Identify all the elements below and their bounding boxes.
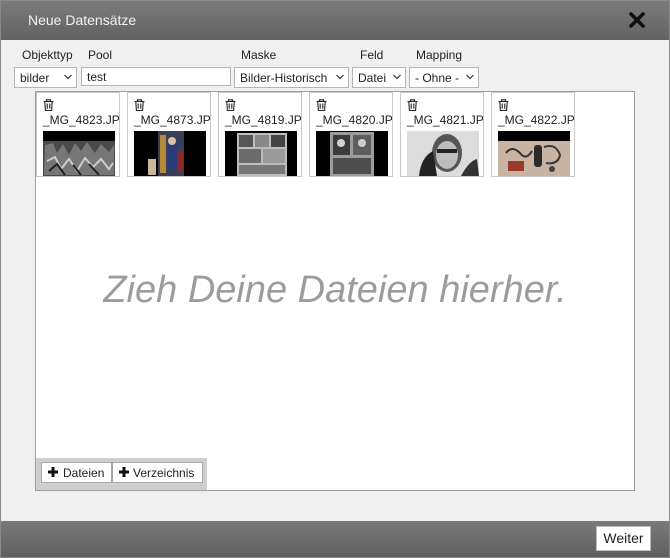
mapping-value: - Ohne - (415, 71, 460, 85)
maske-select[interactable]: Bilder-Historisch (234, 67, 349, 88)
chevron-down-icon (64, 74, 72, 80)
feld-label: Feld (360, 48, 384, 62)
file-preview-image (407, 131, 479, 176)
file-thumbnail[interactable]: _MG_4821.JPG (400, 92, 484, 177)
pool-input[interactable] (81, 67, 231, 86)
objekttyp-value: bilder (20, 71, 50, 85)
feld-select[interactable]: Datei (352, 67, 406, 88)
trash-icon[interactable] (498, 99, 509, 111)
file-name: _MG_4821.JPG (407, 113, 484, 127)
trash-icon[interactable] (316, 99, 327, 111)
chevron-down-icon (393, 74, 401, 80)
trash-icon[interactable] (225, 99, 236, 111)
file-name: _MG_4822.JPG (498, 113, 575, 127)
plus-icon (48, 467, 58, 477)
trash-icon[interactable] (43, 99, 54, 111)
mapping-label: Mapping (416, 48, 463, 62)
file-thumbnail[interactable]: _MG_4819.JPG (218, 92, 302, 177)
file-name: _MG_4820.JPG (316, 113, 393, 127)
file-preview-image (316, 131, 388, 176)
file-preview-image (225, 131, 297, 176)
trash-icon[interactable] (134, 99, 145, 111)
objekttyp-select[interactable]: bilder (14, 67, 77, 88)
add-directory-label: Verzeichnis (133, 466, 195, 480)
mapping-select[interactable]: - Ohne - (409, 67, 479, 88)
file-thumbnail[interactable]: _MG_4822.JPG (491, 92, 575, 177)
add-files-button[interactable]: Dateien (41, 462, 112, 483)
add-files-label: Dateien (63, 466, 105, 480)
file-thumbnail[interactable]: _MG_4820.JPG (309, 92, 393, 177)
objekttyp-label: Objekttyp (22, 48, 73, 62)
plus-icon (119, 467, 129, 477)
file-name: _MG_4823.JPG (43, 113, 120, 127)
upload-button-bar: Dateien Verzeichnis (36, 458, 207, 490)
file-name: _MG_4873.JPG (134, 113, 211, 127)
file-preview-image (134, 131, 206, 176)
feld-value: Datei (358, 71, 387, 85)
maske-value: Bilder-Historisch (240, 71, 328, 85)
chevron-down-icon (466, 74, 474, 80)
dialog-titlebar: Neue Datensätze (1, 1, 669, 40)
chevron-down-icon (336, 74, 344, 80)
dialog-footer: Weiter (1, 521, 669, 557)
add-directory-button[interactable]: Verzeichnis (112, 462, 203, 483)
file-preview-image (43, 131, 115, 176)
new-records-dialog: Neue Datensätze Objekttyp Pool Maske Fel… (0, 0, 670, 558)
trash-icon[interactable] (407, 99, 418, 111)
next-button[interactable]: Weiter (596, 526, 651, 551)
pool-label: Pool (88, 48, 113, 62)
file-preview-image (498, 131, 570, 176)
file-dropzone[interactable]: _MG_4823.JPG _MG_4873.JPG (35, 91, 635, 491)
maske-label: Maske (241, 48, 277, 62)
dropzone-hint: Zieh Deine Dateien hierher. (103, 269, 567, 311)
close-icon[interactable] (625, 8, 649, 32)
file-name: _MG_4819.JPG (225, 113, 302, 127)
dialog-title: Neue Datensätze (28, 12, 137, 28)
file-thumbnail[interactable]: _MG_4873.JPG (127, 92, 211, 177)
file-thumbnail[interactable]: _MG_4823.JPG (36, 92, 120, 177)
